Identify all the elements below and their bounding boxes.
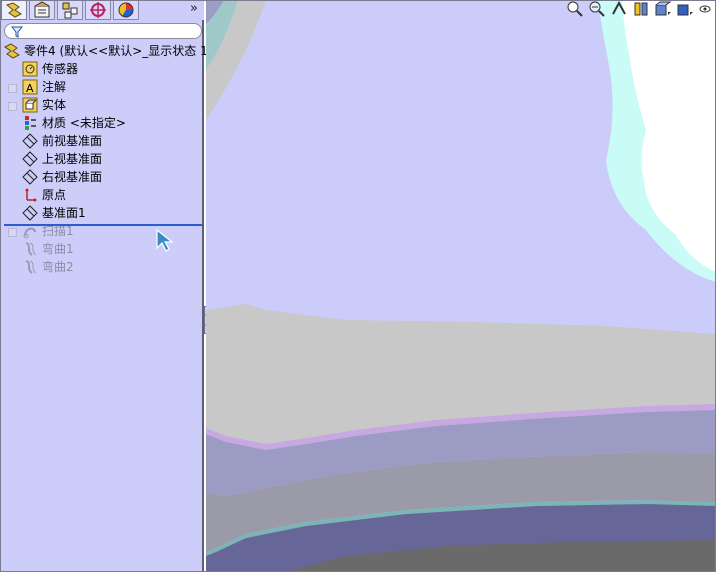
origin-icon — [25, 188, 37, 202]
flex-icon — [25, 242, 37, 256]
displaymanager-icon — [118, 2, 134, 18]
zoom-area-icon — [589, 1, 605, 17]
tree-item-label: 弯曲1 — [42, 242, 74, 256]
dimxpertmanager-tab[interactable] — [85, 0, 111, 20]
section-view-icon — [634, 2, 648, 16]
manager-tab-bar: » — [0, 0, 204, 20]
filter-icon — [11, 26, 23, 38]
hide-show-icon — [699, 5, 711, 13]
expand-toggle[interactable] — [8, 228, 17, 237]
tree-item-label: 注解 — [42, 80, 67, 94]
svg-text:A: A — [26, 82, 34, 95]
featuremanager-icon — [5, 2, 22, 18]
plane-icon — [22, 133, 38, 149]
graphics-area[interactable] — [206, 0, 716, 572]
configurationmanager-tab[interactable] — [57, 0, 83, 20]
tree-item-label: 材质 <未指定> — [42, 116, 126, 130]
annotation-icon: A — [22, 79, 38, 95]
featuremanager-tab[interactable] — [1, 0, 27, 20]
displaymanager-tab[interactable] — [113, 0, 139, 20]
material-icon — [25, 116, 36, 130]
zoom-to-fit-icon — [567, 1, 583, 17]
propertymanager-tab[interactable] — [29, 0, 55, 20]
tree-item-label: 前视基准面 — [42, 134, 103, 148]
sensor-icon — [22, 61, 38, 77]
tree-item-label: 传感器 — [42, 62, 79, 76]
view-orientation-icon — [655, 1, 672, 16]
tree-item-label: 实体 — [42, 98, 67, 112]
view-orientation-button[interactable] — [654, 0, 674, 18]
tree-item-label: 弯曲2 — [42, 260, 74, 274]
plane-icon — [22, 205, 38, 221]
tree-item-label: 基准面1 — [42, 206, 86, 220]
plane-icon — [22, 151, 38, 167]
hide-show-button[interactable] — [698, 0, 716, 18]
zoom-area-button[interactable] — [588, 0, 608, 18]
display-style-button[interactable] — [676, 0, 696, 18]
plane-icon — [22, 169, 38, 185]
previous-view-icon — [612, 0, 626, 15]
heads-up-view-toolbar — [566, 0, 716, 18]
feature-filter-input[interactable] — [4, 23, 202, 39]
mouse-cursor-icon — [156, 228, 174, 252]
part-name: 零件4 (默认<<默认>_显示状态 1> — [24, 44, 218, 58]
propertymanager-icon — [34, 1, 50, 18]
previous-view-button[interactable] — [610, 0, 630, 18]
rollback-bar[interactable] — [4, 224, 202, 226]
expand-toggle[interactable] — [8, 102, 17, 111]
tree-item-label: 原点 — [42, 188, 67, 202]
display-style-icon — [677, 4, 693, 16]
tree-item-label: 右视基准面 — [42, 170, 103, 184]
more-tabs-button[interactable]: » — [186, 1, 202, 17]
flex-icon — [25, 260, 37, 274]
solid-body-icon — [22, 97, 38, 113]
configurationmanager-icon — [62, 2, 78, 19]
section-view-button[interactable] — [632, 0, 652, 18]
part-icon — [4, 43, 20, 59]
zoom-to-fit-button[interactable] — [566, 0, 586, 18]
model-render — [206, 0, 716, 572]
feature-manager-panel: » 零件4 (默认<<默认>_显示状态 1> 传感器 A 注解 实体 材质 <未… — [0, 0, 218, 572]
dimxpert-icon — [90, 2, 106, 18]
expand-toggle[interactable] — [8, 84, 17, 93]
tree-item-label: 上视基准面 — [42, 152, 103, 166]
